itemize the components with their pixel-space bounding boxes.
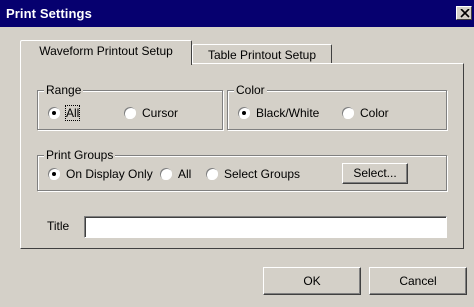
color-black-white-label: Black/White <box>256 106 320 120</box>
range-all-radio[interactable]: All <box>48 105 81 121</box>
print-groups-select-groups-label: Select Groups <box>224 167 301 181</box>
radio-indicator <box>48 168 60 180</box>
select-button[interactable]: Select... <box>342 163 408 184</box>
range-label: Range <box>44 83 84 97</box>
ok-button[interactable]: OK <box>263 267 361 295</box>
title-field-label: Title <box>47 219 70 233</box>
window-title: Print Settings <box>6 6 92 21</box>
tab-panel: Range All Cursor Color Black/White Color… <box>20 63 464 249</box>
print-groups-label: Print Groups <box>44 148 116 162</box>
range-cursor-radio[interactable]: Cursor <box>124 105 178 121</box>
color-black-white-radio[interactable]: Black/White <box>238 105 319 121</box>
print-groups-select-groups-radio[interactable]: Select Groups <box>206 166 300 182</box>
color-color-label: Color <box>360 106 389 120</box>
color-color-radio[interactable]: Color <box>342 105 389 121</box>
print-groups-group: Print Groups On Display Only All Select … <box>37 148 447 191</box>
print-groups-on-display-only-label: On Display Only <box>66 167 153 181</box>
cancel-button[interactable]: Cancel <box>369 267 467 295</box>
close-button[interactable] <box>456 6 472 20</box>
color-group: Color Black/White Color <box>227 83 447 130</box>
title-bar: Print Settings <box>0 0 474 27</box>
radio-indicator <box>160 168 172 180</box>
range-cursor-label: Cursor <box>142 106 179 120</box>
radio-indicator <box>238 107 250 119</box>
tab-waveform-printout-setup[interactable]: Waveform Printout Setup <box>20 40 192 65</box>
print-groups-on-display-only-radio[interactable]: On Display Only <box>48 166 153 182</box>
range-group: Range All Cursor <box>37 83 223 130</box>
close-icon <box>460 9 470 18</box>
radio-indicator <box>206 168 218 180</box>
radio-indicator <box>48 107 60 119</box>
title-input[interactable] <box>84 216 447 238</box>
print-groups-all-label: All <box>178 167 192 181</box>
print-groups-all-radio[interactable]: All <box>160 166 191 182</box>
color-label: Color <box>234 83 267 97</box>
radio-indicator <box>124 107 136 119</box>
range-all-label: All <box>64 105 81 121</box>
radio-indicator <box>342 107 354 119</box>
